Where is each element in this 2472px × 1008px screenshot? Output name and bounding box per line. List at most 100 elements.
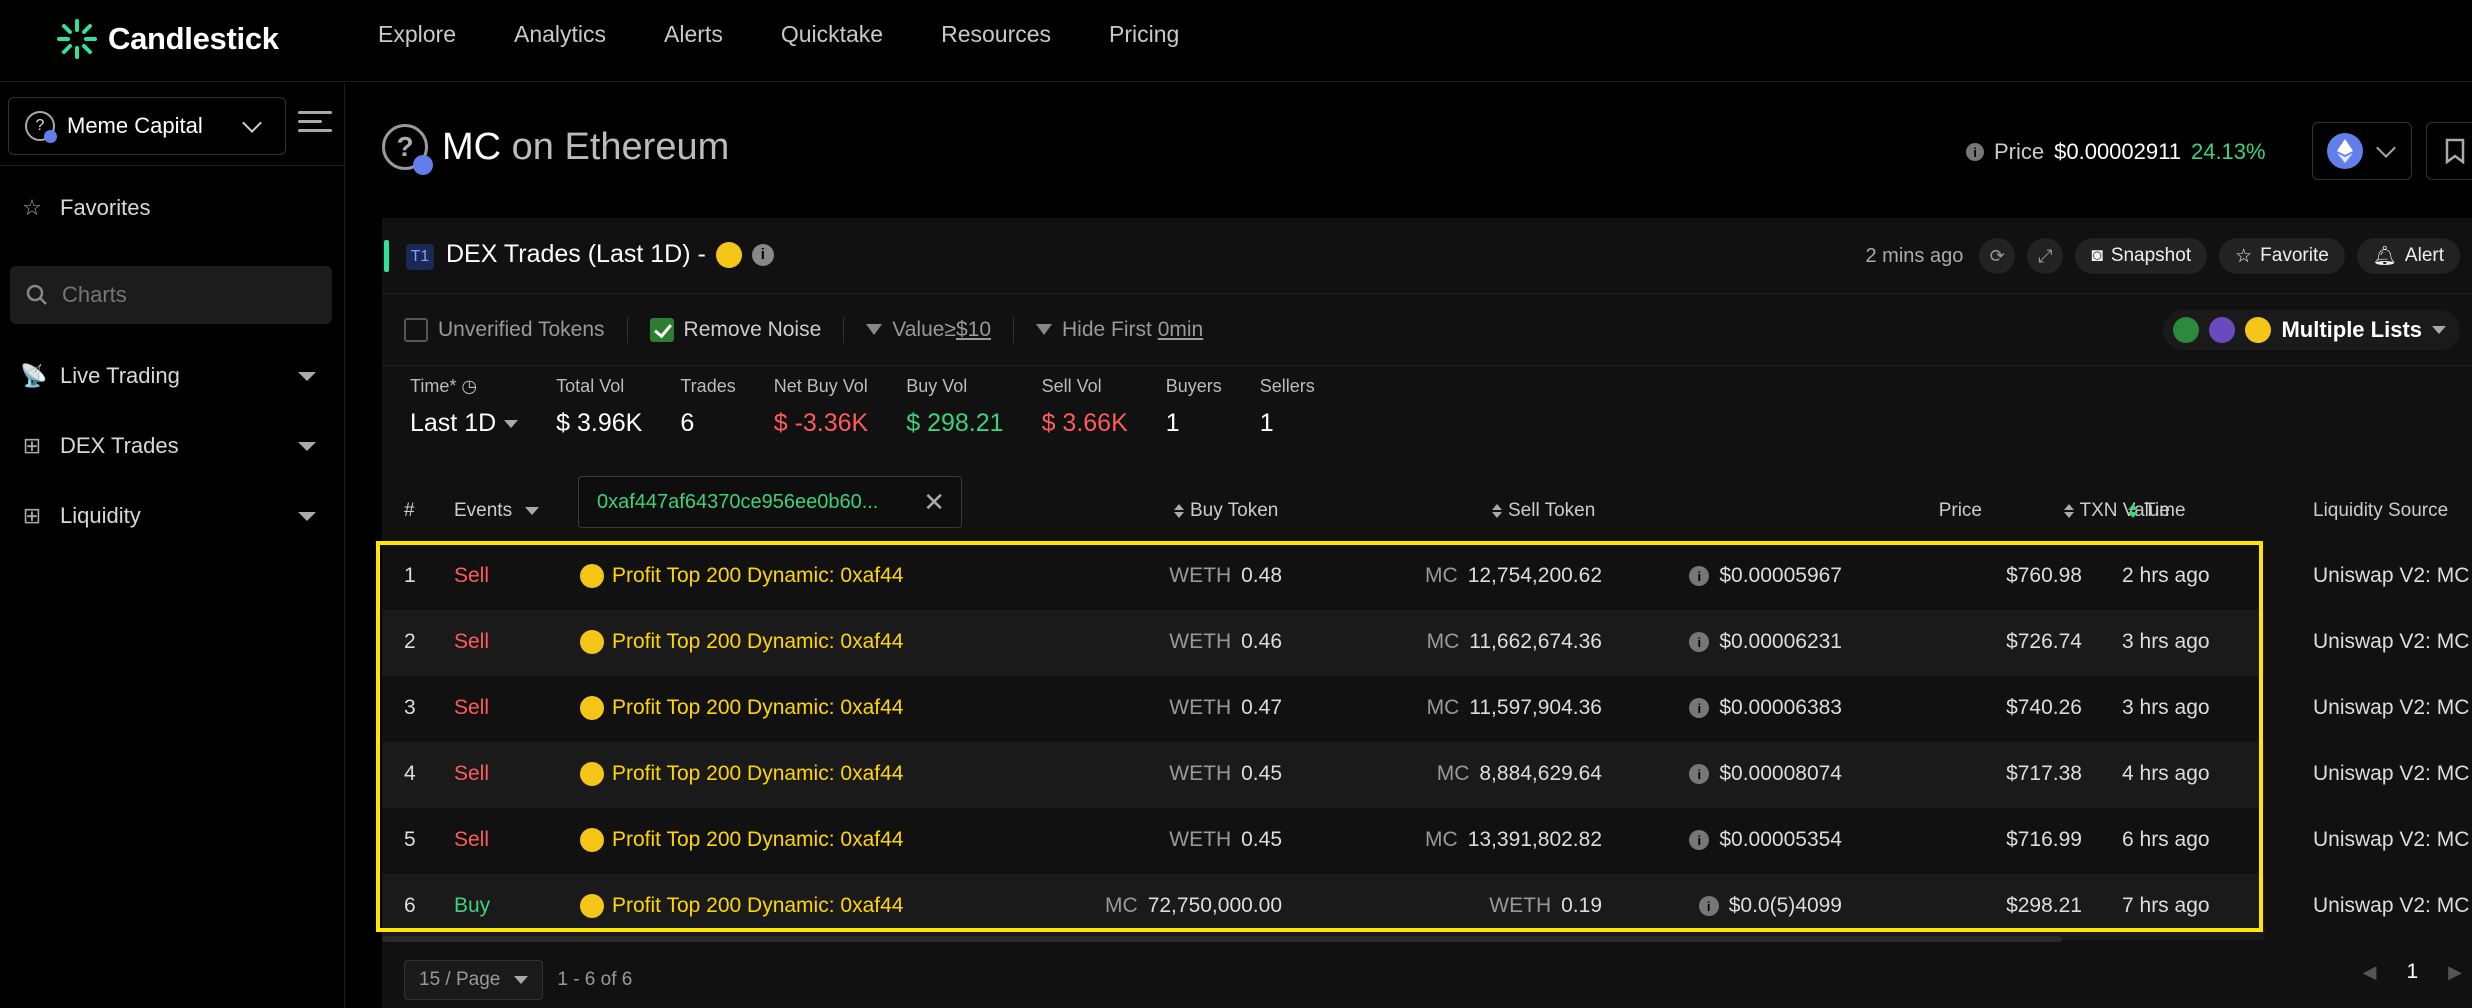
table-row[interactable]: 4 Sell Profit Top 200 Dynamic: 0xaf44 WETH 0…: [382, 742, 2469, 808]
nav-analytics[interactable]: Analytics: [514, 21, 606, 48]
horizontal-scrollbar[interactable]: [382, 936, 2062, 942]
table-row[interactable]: 2 Sell Profit Top 200 Dynamic: 0xaf44 WETH 0…: [382, 610, 2469, 676]
trader-link[interactable]: Profit Top 200 Dynamic: 0xaf44: [580, 894, 903, 918]
hide-first-amount[interactable]: 0min: [1158, 318, 1204, 342]
next-page-icon[interactable]: ▶: [2448, 962, 2462, 983]
sell-token-symbol[interactable]: MC: [1425, 564, 1458, 587]
logo[interactable]: Candlestick: [56, 18, 279, 60]
row-number: 3: [404, 696, 416, 719]
sidebar-item-live-trading[interactable]: 📡 Live Trading: [20, 363, 320, 389]
expand-icon[interactable]: ⤢: [2027, 238, 2064, 274]
per-page-select[interactable]: 15 / Page: [404, 960, 544, 1000]
info-icon[interactable]: i: [1689, 698, 1710, 718]
favorite-button[interactable]: ☆ Favorite: [2219, 238, 2345, 274]
liquidity-source[interactable]: Uniswap V2: MC: [2313, 828, 2472, 852]
trader-link[interactable]: Profit Top 200 Dynamic: 0xaf44: [580, 696, 903, 720]
nav-explore[interactable]: Explore: [378, 21, 456, 48]
summary-stats: Time* ◷ Last 1D Total Vol $ 3.96K Trades…: [410, 376, 1353, 438]
sunglasses-emoji-icon: [715, 241, 742, 268]
info-icon[interactable]: i: [751, 243, 774, 266]
sidebar-item-favorites[interactable]: ☆ Favorites: [20, 195, 320, 221]
liquidity-source[interactable]: Uniswap V2: MC: [2313, 564, 2472, 588]
token-symbol: MC: [442, 125, 502, 168]
col-sell-token[interactable]: Sell Token: [1492, 500, 1595, 522]
info-icon[interactable]: i: [1698, 896, 1719, 916]
buyers-label: Buyers: [1165, 376, 1222, 396]
charts-search[interactable]: [10, 266, 332, 324]
chain-select[interactable]: [2312, 122, 2412, 180]
sell-token-amount: 13,391,802.82: [1467, 828, 1602, 851]
sidebar-item-label: Liquidity: [60, 503, 141, 528]
value-filter-amount[interactable]: $10: [956, 318, 991, 342]
checkbox-unchecked-icon[interactable]: [404, 317, 428, 342]
stat-time[interactable]: Time* ◷ Last 1D: [410, 376, 519, 438]
liquidity-source[interactable]: Uniswap V2: MC: [2313, 696, 2472, 720]
sell-token-symbol[interactable]: MC: [1437, 762, 1470, 785]
remove-noise-toggle[interactable]: Remove Noise: [649, 317, 821, 342]
workspace-select[interactable]: ? Meme Capital: [8, 97, 286, 155]
info-icon[interactable]: i: [1689, 566, 1710, 586]
sell-token-symbol[interactable]: MC: [1425, 828, 1458, 851]
col-time[interactable]: Time: [2128, 500, 2186, 522]
table-row[interactable]: 3 Sell Profit Top 200 Dynamic: 0xaf44 WETH 0…: [382, 676, 2469, 742]
txn-value: $760.98: [2006, 564, 2082, 587]
buy-token-symbol[interactable]: WETH: [1169, 762, 1231, 785]
nav-resources[interactable]: Resources: [941, 21, 1051, 48]
buyers-value: 1: [1165, 409, 1180, 437]
nav-alerts[interactable]: Alerts: [664, 21, 723, 48]
buy-token-symbol[interactable]: WETH: [1169, 696, 1231, 719]
sell-token-symbol[interactable]: MC: [1427, 630, 1460, 653]
col-events-label: Events: [454, 500, 513, 521]
price-label: Price: [1994, 139, 2045, 164]
trader-link[interactable]: Profit Top 200 Dynamic: 0xaf44: [580, 762, 903, 786]
info-icon[interactable]: i: [1689, 830, 1710, 850]
nav-quicktake[interactable]: Quicktake: [781, 21, 883, 48]
buy-token-symbol[interactable]: WETH: [1169, 564, 1231, 587]
liquidity-source[interactable]: Uniswap V2: MC: [2313, 762, 2472, 786]
buy-token-symbol[interactable]: MC: [1105, 894, 1138, 917]
value-filter[interactable]: Value≥ $10: [866, 318, 991, 342]
table-row[interactable]: 1 Sell Profit Top 200 Dynamic: 0xaf44 WETH 0…: [382, 544, 2469, 610]
sell-token-symbol[interactable]: MC: [1427, 696, 1460, 719]
liquidity-source[interactable]: Uniswap V2: MC: [2313, 894, 2472, 918]
refresh-icon[interactable]: ⟳: [1979, 238, 2016, 274]
current-page[interactable]: 1: [2406, 960, 2418, 984]
liquidity-source[interactable]: Uniswap V2: MC: [2313, 630, 2472, 654]
sunglasses-emoji-icon: [580, 828, 604, 852]
buy-token-symbol[interactable]: WETH: [1169, 630, 1231, 653]
multiple-lists-select[interactable]: Multiple Lists: [2163, 310, 2460, 350]
hide-first-filter[interactable]: Hide First 0min: [1036, 318, 1203, 342]
row-number: 6: [404, 894, 416, 917]
col-buy-token[interactable]: Buy Token: [1174, 500, 1278, 522]
snapshot-button[interactable]: ◙ Snapshot: [2075, 238, 2208, 274]
sell-token-symbol[interactable]: WETH: [1489, 894, 1551, 917]
table-row[interactable]: 6 Buy Profit Top 200 Dynamic: 0xaf44 MC 72,7…: [382, 874, 2469, 940]
col-events[interactable]: Events: [454, 500, 540, 522]
prev-page-icon[interactable]: ◀: [2363, 962, 2377, 983]
info-icon[interactable]: i: [1966, 143, 1984, 161]
close-icon[interactable]: ✕: [923, 487, 945, 518]
trader-link[interactable]: Profit Top 200 Dynamic: 0xaf44: [580, 564, 903, 588]
sidebar-item-liquidity[interactable]: ⊞ Liquidity: [20, 503, 320, 529]
trade-price: $0.00006383: [1719, 696, 1842, 719]
info-icon[interactable]: i: [1689, 764, 1710, 784]
trade-price: $0.0(5)4099: [1728, 894, 1842, 917]
buy-token-symbol[interactable]: WETH: [1169, 828, 1231, 851]
nav-pricing[interactable]: Pricing: [1109, 21, 1179, 48]
charts-search-input[interactable]: [62, 282, 302, 308]
sort-icon: [2063, 503, 2074, 518]
caret-down-icon: [514, 976, 529, 984]
sidebar-collapse-icon[interactable]: [298, 111, 332, 141]
sidebar-item-dex-trades[interactable]: ⊞ DEX Trades: [20, 433, 320, 459]
trader-link[interactable]: Profit Top 200 Dynamic: 0xaf44: [580, 828, 903, 852]
unverified-tokens-toggle[interactable]: Unverified Tokens: [404, 317, 605, 342]
bookmark-button[interactable]: [2426, 122, 2472, 180]
alert-button[interactable]: 🔔︎ Alert: [2356, 238, 2460, 274]
table-row[interactable]: 5 Sell Profit Top 200 Dynamic: 0xaf44 WETH 0…: [382, 808, 2469, 874]
updated-time: 2 mins ago: [1865, 244, 1964, 267]
address-filter-chip[interactable]: 0xaf447af64370ce956ee0b60... ✕: [578, 476, 962, 528]
checkbox-checked-icon[interactable]: [649, 317, 674, 342]
buy-token-amount: 72,750,000.00: [1147, 894, 1282, 917]
info-icon[interactable]: i: [1689, 632, 1710, 652]
trader-link[interactable]: Profit Top 200 Dynamic: 0xaf44: [580, 630, 903, 654]
